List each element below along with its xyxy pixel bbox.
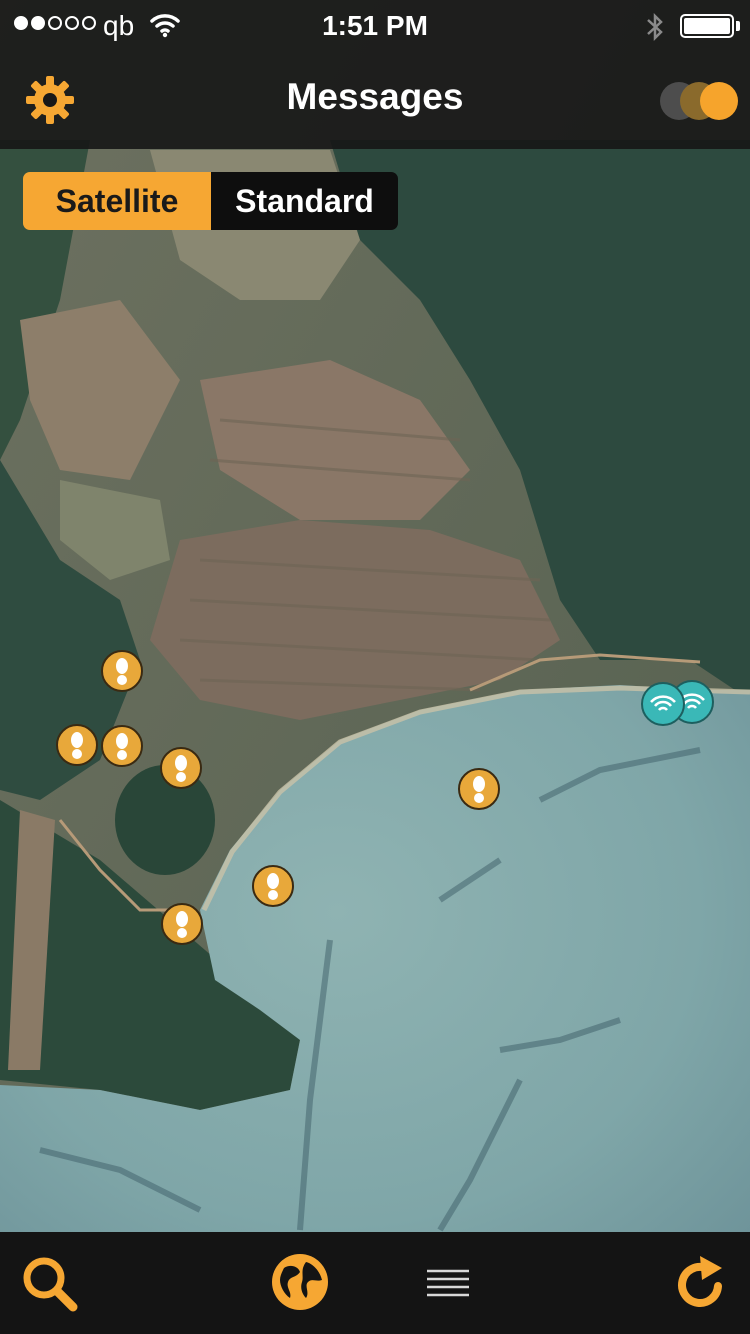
footprint-icon [116,733,128,760]
footprint-marker[interactable] [161,903,203,945]
refresh-icon[interactable] [672,1256,728,1317]
map-type-segmented-control: Satellite Standard [23,172,398,230]
footprint-icon [71,732,83,759]
footprint-icon [473,776,485,803]
footprint-icon [176,911,188,938]
standard-segment[interactable]: Standard [211,172,398,230]
footprint-marker[interactable] [160,747,202,789]
footprint-marker[interactable] [458,768,500,810]
wifi-signal-icon [650,695,676,711]
footprint-marker[interactable] [101,725,143,767]
status-bar: qb 1:51 PM [0,0,750,50]
list-icon[interactable] [427,1268,469,1303]
bluetooth-icon [644,12,666,47]
page-title: Messages [286,76,464,117]
footprint-marker[interactable] [56,724,98,766]
bottom-toolbar [0,1232,750,1334]
satellite-segment[interactable]: Satellite [23,172,211,230]
search-icon[interactable] [20,1254,80,1319]
footprint-icon [116,658,128,685]
layers-toggle-icon[interactable] [660,82,738,120]
battery-icon [680,14,734,38]
footprint-marker[interactable] [252,865,294,907]
wifi-marker[interactable] [641,682,685,726]
globe-icon[interactable] [270,1252,330,1317]
footprint-marker[interactable] [101,650,143,692]
status-time: 1:51 PM [322,10,428,41]
footprint-icon [175,755,187,782]
footprint-icon [267,873,279,900]
